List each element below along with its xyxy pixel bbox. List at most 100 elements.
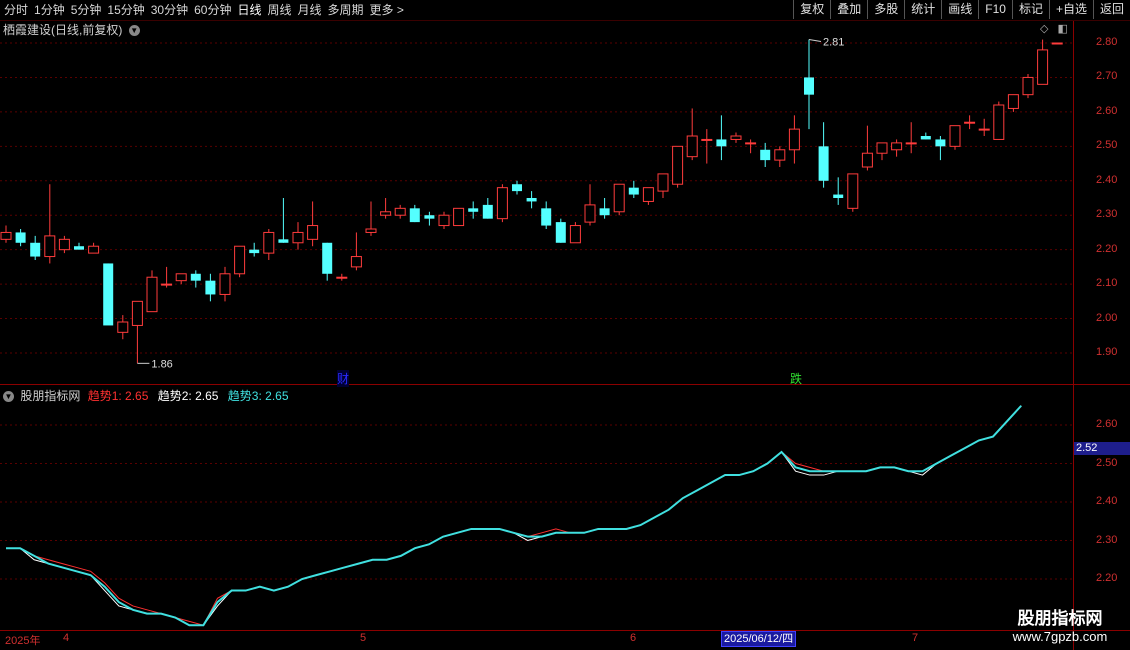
candle-body: [30, 242, 41, 257]
price-tick-label: 2.50: [1096, 139, 1118, 152]
candle-body: [541, 208, 552, 226]
candle-body: [44, 235, 56, 258]
candle-body: [1037, 49, 1049, 85]
candle-body: [905, 142, 917, 145]
price-tick-label: 2.80: [1096, 36, 1118, 48]
candle-body: [219, 273, 231, 295]
candle-body: [701, 138, 713, 141]
marker-die[interactable]: 跌: [790, 370, 802, 387]
candle-body: [322, 242, 333, 274]
candle-body: [307, 225, 319, 240]
candle-body: [1007, 94, 1019, 109]
candle-body: [263, 231, 275, 254]
candle-body: [935, 139, 946, 147]
candle-body: [103, 263, 114, 326]
candle-body: [1051, 42, 1063, 45]
watermark-url: www.7gpzb.com: [1012, 629, 1108, 644]
candle-body: [0, 231, 12, 240]
candle-body: [468, 208, 479, 212]
candle-body: [555, 222, 566, 243]
price-tick-label: 2.20: [1096, 242, 1118, 255]
candle-body: [350, 256, 362, 268]
high-label: 2.81: [823, 37, 844, 49]
panel-divider: [0, 384, 1130, 385]
candle-body: [818, 146, 829, 181]
candle-body: [526, 198, 537, 202]
trend2-label: 趋势2: 2.65: [157, 389, 219, 403]
candle-body: [774, 149, 786, 161]
candle-body: [599, 208, 610, 216]
current-value-badge: 2.52: [1074, 442, 1130, 455]
candle-body: [438, 214, 450, 227]
indicator-name: 股朋指标网: [20, 389, 81, 403]
selected-date: 2025/06/12/四: [721, 631, 797, 647]
date-label: 5: [360, 632, 367, 644]
candle-body: [190, 273, 201, 281]
date-label: 6: [630, 632, 637, 644]
candle-body: [978, 128, 990, 131]
candle-body: [58, 238, 70, 251]
candle-body: [613, 183, 625, 213]
candle-body: [716, 139, 727, 147]
marker-cai[interactable]: 财: [337, 370, 350, 387]
candle-body: [88, 245, 100, 254]
indicator-title: ▼ 股朋指标网 趋势1: 2.65 趋势2: 2.65 趋势3: 2.65: [3, 387, 289, 404]
candle-body: [394, 207, 406, 216]
indicator-tick-label: 2.20: [1096, 572, 1118, 584]
candle-body: [453, 207, 465, 227]
low-label: 1.86: [151, 358, 172, 370]
indicator-tick-label: 2.40: [1096, 495, 1118, 507]
watermark-title: 股朋指标网: [1017, 609, 1103, 628]
candle-body: [249, 249, 260, 254]
candle-body: [804, 77, 814, 95]
candle-body: [920, 136, 931, 140]
trend3-label: 趋势3: 2.65: [227, 389, 289, 403]
price-tick-label: 2.40: [1096, 173, 1118, 186]
candle-body: [205, 280, 216, 295]
price-tick-label: 2.30: [1096, 208, 1118, 221]
trend1-label: 趋势1: 2.65: [87, 389, 149, 403]
candle-body: [993, 104, 1005, 140]
candle-body: [234, 245, 246, 275]
candle-body: [496, 187, 508, 220]
date-label: 2025年: [5, 635, 41, 647]
candle-body: [74, 246, 84, 250]
date-label: 4: [63, 632, 70, 644]
candle-body: [657, 173, 669, 192]
candle-body: [876, 142, 888, 154]
indicator-tick-label: 2.50: [1096, 456, 1118, 469]
candle-body: [278, 239, 289, 243]
candle-body: [380, 211, 392, 216]
price-tick-label: 2.00: [1096, 311, 1118, 324]
indicator-tick-label: 2.60: [1096, 418, 1118, 430]
date-label: 7: [912, 632, 919, 644]
candle-body: [949, 125, 961, 147]
chevron-down-icon[interactable]: ▼: [3, 391, 14, 403]
candle-body: [482, 204, 493, 219]
candle-body: [1022, 76, 1034, 96]
candle-body: [686, 135, 698, 158]
candle-body: [788, 128, 800, 151]
candle-body: [569, 225, 581, 244]
candle-body: [964, 121, 976, 124]
candle-body: [861, 152, 873, 168]
trend-line-2: [6, 405, 1022, 626]
axis-divider: [1073, 21, 1074, 650]
candle-body: [365, 228, 377, 233]
candle-body: [891, 142, 903, 151]
candle-body: [642, 187, 654, 202]
candle-body: [131, 300, 143, 326]
candle-body: [672, 145, 684, 185]
candle-body: [146, 276, 158, 313]
candle-body: [292, 231, 304, 244]
watermark: 股朋指标网 www.7gpzb.com: [990, 604, 1130, 644]
kline-chart[interactable]: 2.81 1.86: [0, 0, 1130, 650]
candle-body: [161, 283, 173, 286]
trend-line-3: [6, 405, 1022, 627]
candle-body: [15, 232, 26, 243]
price-tick-label: 2.70: [1096, 70, 1118, 83]
candle-body: [730, 135, 742, 140]
candle-body: [512, 184, 522, 192]
trend-line-1: [6, 405, 1022, 626]
candle-body: [175, 273, 187, 282]
